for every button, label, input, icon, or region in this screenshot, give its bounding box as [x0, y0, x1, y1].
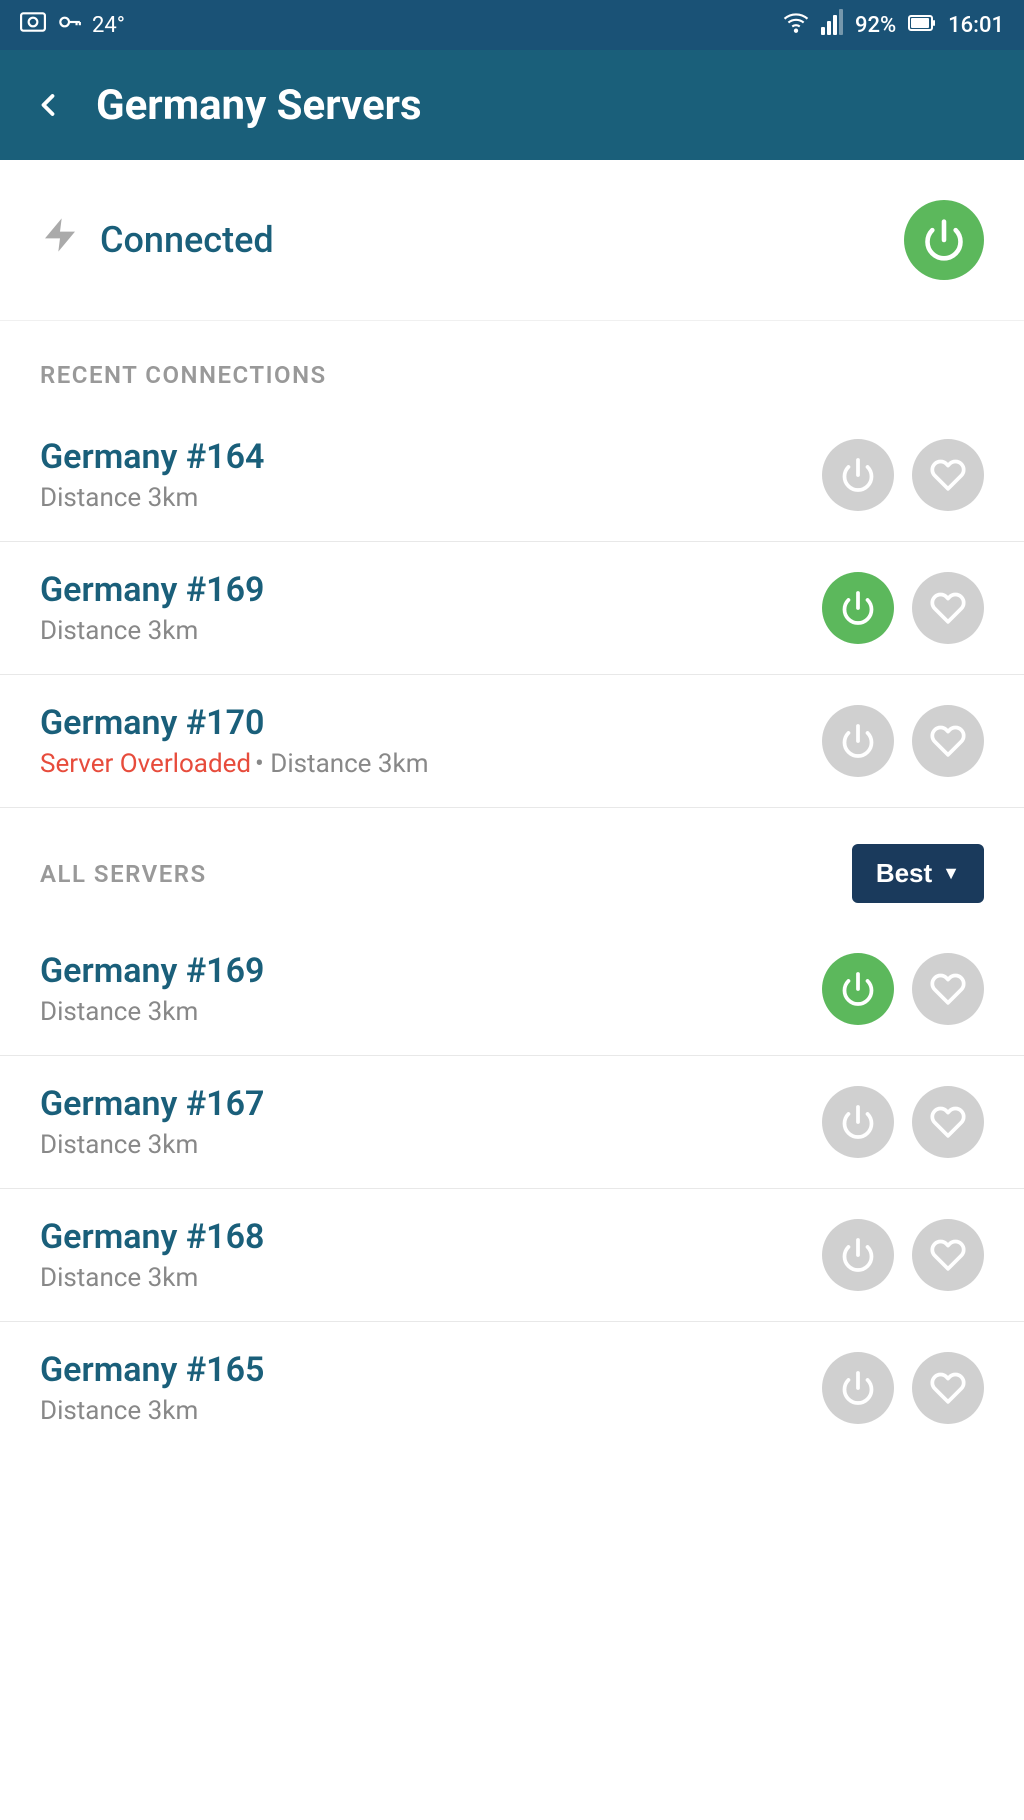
server-actions — [822, 439, 984, 511]
server-distance: Distance 3km — [40, 483, 822, 513]
recent-connections-label: RECENT CONNECTIONS — [0, 321, 1024, 409]
server-name: Germany #170 — [40, 703, 822, 743]
header: Germany Servers — [0, 50, 1024, 160]
favorite-button[interactable] — [912, 705, 984, 777]
all-servers-list: Germany #169 Distance 3km Germany #167 D… — [0, 923, 1024, 1454]
signal-icon — [821, 9, 843, 41]
list-item: Germany #167 Distance 3km — [0, 1056, 1024, 1189]
connect-button[interactable] — [822, 705, 894, 777]
overloaded-label: Server Overloaded — [40, 749, 251, 779]
separator: • Distance 3km — [255, 749, 428, 779]
server-status-distance: Server Overloaded • Distance 3km — [40, 749, 822, 779]
server-distance: Distance 3km — [40, 1263, 822, 1293]
server-name: Germany #169 — [40, 570, 822, 610]
connect-button[interactable] — [822, 572, 894, 644]
list-item: Germany #169 Distance 3km — [0, 923, 1024, 1056]
server-distance: Distance 3km — [40, 616, 822, 646]
server-info: Germany #168 Distance 3km — [40, 1217, 822, 1293]
recent-connections-list: Germany #164 Distance 3km Germany #169 D… — [0, 409, 1024, 808]
connected-text: Connected — [100, 219, 274, 261]
power-button-main[interactable] — [904, 200, 984, 280]
battery-icon — [908, 13, 936, 38]
connection-left: Connected — [40, 215, 274, 265]
server-distance: Distance 3km — [40, 997, 822, 1027]
list-item: Germany #164 Distance 3km — [0, 409, 1024, 542]
connect-button[interactable] — [822, 1086, 894, 1158]
server-actions — [822, 572, 984, 644]
photo-icon — [20, 9, 46, 41]
status-bar: 24° 92% 16:01 — [0, 0, 1024, 50]
server-info: Germany #167 Distance 3km — [40, 1084, 822, 1160]
sort-label: Best — [876, 858, 932, 889]
server-name: Germany #169 — [40, 951, 822, 991]
connect-button[interactable] — [822, 1219, 894, 1291]
list-item: Germany #168 Distance 3km — [0, 1189, 1024, 1322]
server-name: Germany #167 — [40, 1084, 822, 1124]
battery-pct: 92% — [855, 13, 896, 38]
favorite-button[interactable] — [912, 1352, 984, 1424]
key-icon — [56, 9, 82, 41]
header-title: Germany Servers — [96, 81, 422, 130]
status-bar-left: 24° — [20, 9, 125, 41]
lightning-icon — [40, 215, 80, 265]
server-info: Germany #169 Distance 3km — [40, 951, 822, 1027]
all-servers-label: ALL SERVERS — [40, 860, 207, 888]
server-distance: Distance 3km — [40, 1396, 822, 1426]
server-info: Germany #170 Server Overloaded • Distanc… — [40, 703, 822, 779]
server-info: Germany #169 Distance 3km — [40, 570, 822, 646]
list-item: Germany #170 Server Overloaded • Distanc… — [0, 675, 1024, 808]
favorite-button[interactable] — [912, 1086, 984, 1158]
temperature: 24° — [92, 13, 125, 38]
server-info: Germany #165 Distance 3km — [40, 1350, 822, 1426]
chevron-down-icon: ▼ — [942, 863, 960, 884]
favorite-button[interactable] — [912, 1219, 984, 1291]
server-name: Germany #164 — [40, 437, 822, 477]
server-actions — [822, 1086, 984, 1158]
status-bar-right: 92% 16:01 — [783, 9, 1004, 41]
connect-button[interactable] — [822, 439, 894, 511]
connection-status-row: Connected — [0, 160, 1024, 321]
server-actions — [822, 705, 984, 777]
server-actions — [822, 1352, 984, 1424]
list-item: Germany #165 Distance 3km — [0, 1322, 1024, 1454]
connect-button[interactable] — [822, 953, 894, 1025]
server-actions — [822, 953, 984, 1025]
server-name: Germany #168 — [40, 1217, 822, 1257]
wifi-icon — [783, 9, 809, 41]
favorite-button[interactable] — [912, 572, 984, 644]
all-servers-header: ALL SERVERS Best ▼ — [0, 808, 1024, 923]
back-button[interactable] — [30, 87, 66, 123]
time: 16:01 — [948, 13, 1004, 38]
favorite-button[interactable] — [912, 953, 984, 1025]
server-name: Germany #165 — [40, 1350, 822, 1390]
sort-button[interactable]: Best ▼ — [852, 844, 984, 903]
connect-button[interactable] — [822, 1352, 894, 1424]
server-actions — [822, 1219, 984, 1291]
favorite-button[interactable] — [912, 439, 984, 511]
list-item: Germany #169 Distance 3km — [0, 542, 1024, 675]
server-info: Germany #164 Distance 3km — [40, 437, 822, 513]
server-distance: Distance 3km — [40, 1130, 822, 1160]
